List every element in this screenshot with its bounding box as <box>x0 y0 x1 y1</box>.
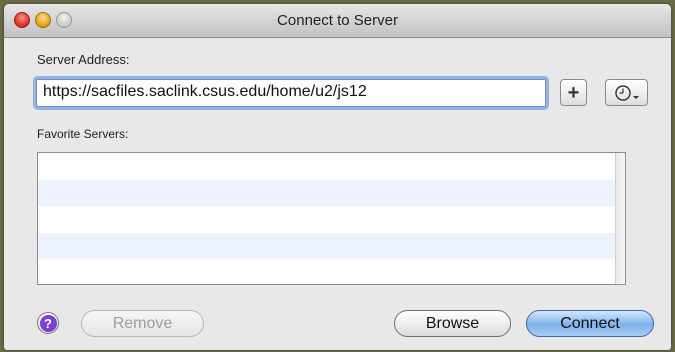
server-address-input[interactable]: https://sacfiles.saclink.csus.edu/home/u… <box>36 79 546 107</box>
remove-button[interactable]: Remove <box>81 310 204 337</box>
recent-servers-button[interactable] <box>605 79 648 106</box>
window-title: Connect to Server <box>277 12 398 29</box>
server-address-label: Server Address: <box>37 52 130 67</box>
list-row[interactable] <box>38 232 625 259</box>
title-bar[interactable]: Connect to Server <box>4 4 671 38</box>
list-row[interactable] <box>38 259 625 284</box>
connect-to-server-window: Connect to Server Server Address: https:… <box>4 4 671 350</box>
help-button[interactable]: ? <box>37 312 59 334</box>
connect-button[interactable]: Connect <box>526 310 654 337</box>
question-icon: ? <box>39 314 57 332</box>
add-to-favorites-button[interactable]: + <box>560 79 587 106</box>
list-row[interactable] <box>38 153 625 180</box>
browse-button[interactable]: Browse <box>394 310 511 337</box>
plus-icon: + <box>567 81 580 104</box>
favorite-servers-label: Favorite Servers: <box>37 127 129 141</box>
clock-dropdown-icon <box>612 84 642 102</box>
favorite-servers-list[interactable] <box>37 152 626 285</box>
list-row[interactable] <box>38 206 625 233</box>
vertical-scrollbar[interactable] <box>615 153 625 284</box>
list-row[interactable] <box>38 179 625 206</box>
